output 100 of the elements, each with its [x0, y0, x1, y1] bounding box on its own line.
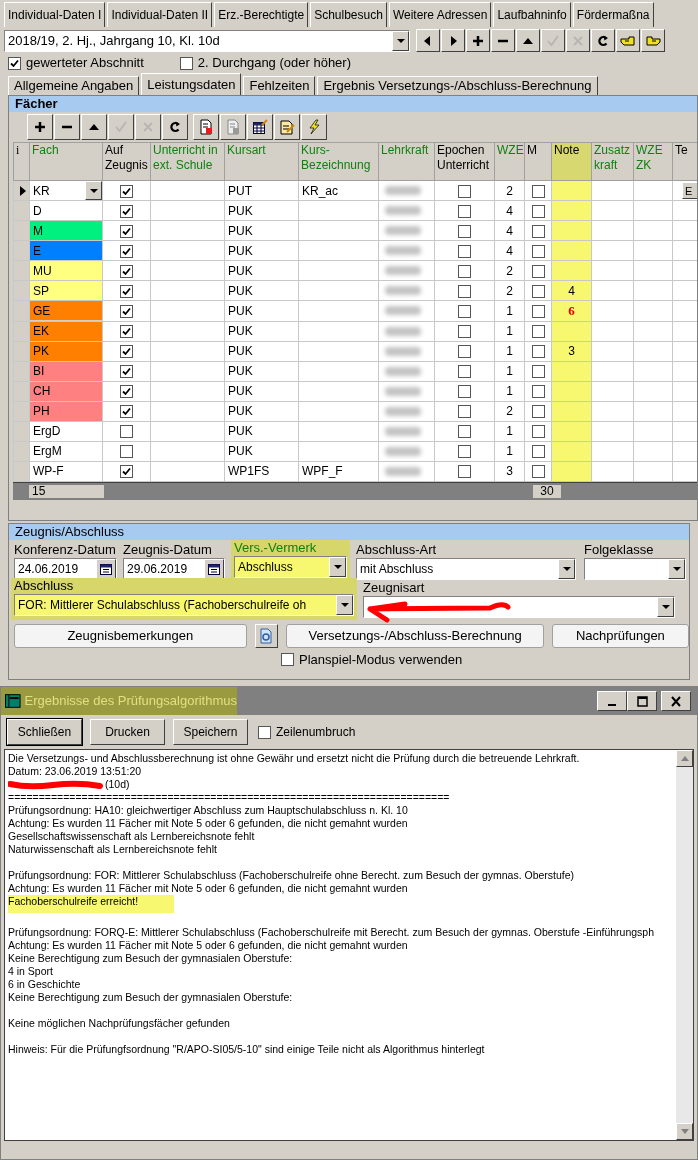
checkbox[interactable] — [120, 425, 133, 439]
tab[interactable]: Laufbahninfo — [493, 2, 571, 27]
row-header-cell[interactable] — [13, 180, 30, 201]
checkbox[interactable] — [120, 305, 133, 319]
row-header-cell[interactable] — [13, 280, 30, 301]
toolbar-button[interactable] — [416, 29, 440, 52]
checkbox[interactable] — [120, 184, 133, 198]
dropdown-arrow-button[interactable] — [558, 559, 575, 579]
tab[interactable]: Individual-Daten II — [107, 2, 213, 27]
toolbar-button[interactable] — [247, 114, 273, 140]
dropdown-arrow-button[interactable] — [329, 557, 346, 577]
checkbox[interactable] — [531, 224, 545, 238]
column-header[interactable]: Te — [672, 142, 697, 181]
checkbox[interactable] — [458, 445, 471, 459]
checkbox[interactable] — [531, 305, 545, 319]
scroll-up-button[interactable] — [676, 750, 693, 767]
dropdown-arrow-button[interactable] — [668, 559, 685, 579]
tab[interactable]: Fehlzeiten — [243, 76, 316, 95]
button[interactable]: Versetzungs-/Abschluss-Berechnung — [286, 624, 544, 648]
checkbox[interactable] — [531, 385, 545, 399]
checkbox[interactable] — [179, 56, 193, 70]
date-field[interactable]: 29.06.2019 — [123, 558, 225, 580]
tab[interactable]: Weitere Adressen — [388, 2, 492, 27]
scroll-down-button[interactable] — [676, 1123, 693, 1140]
toolbar-button[interactable] — [81, 114, 107, 140]
row-header-cell[interactable] — [13, 341, 30, 361]
toolbar-button[interactable] — [54, 114, 80, 140]
window-button[interactable] — [597, 691, 627, 711]
checkbox[interactable] — [120, 465, 133, 479]
row-header-cell[interactable] — [13, 421, 30, 441]
checkbox[interactable] — [458, 284, 471, 298]
checkbox[interactable] — [120, 325, 133, 339]
row-header-cell[interactable] — [13, 381, 30, 401]
checkbox[interactable] — [531, 425, 545, 439]
checkbox[interactable] — [458, 325, 471, 339]
calendar-button[interactable] — [204, 559, 224, 579]
checkbox[interactable] — [531, 345, 545, 359]
column-header[interactable]: i — [13, 142, 30, 181]
toolbar-button[interactable] — [441, 29, 465, 52]
row-header-cell[interactable] — [13, 461, 30, 481]
button[interactable]: Nachprüfungen — [551, 624, 689, 648]
checkbox[interactable] — [120, 365, 133, 379]
dropdown-arrow-button[interactable] — [85, 181, 102, 200]
row-header-cell[interactable] — [13, 321, 30, 341]
window-button[interactable] — [661, 691, 691, 711]
checkbox[interactable] — [8, 56, 21, 70]
toolbar-button[interactable] — [162, 114, 188, 140]
checkbox[interactable] — [458, 385, 471, 399]
toolbar-button[interactable] — [274, 114, 300, 140]
dropdown-field[interactable]: Abschluss — [234, 556, 347, 578]
checkbox[interactable] — [120, 385, 133, 399]
checkbox[interactable] — [458, 305, 471, 319]
column-header[interactable]: M — [524, 142, 552, 181]
tab[interactable]: Schulbesuch — [310, 2, 387, 27]
checkbox[interactable] — [120, 445, 133, 459]
checkbox[interactable] — [458, 465, 471, 479]
checkbox[interactable] — [531, 405, 545, 419]
button[interactable]: Drucken — [90, 719, 165, 745]
tab[interactable]: Leistungsdaten — [141, 73, 242, 95]
toolbar-button[interactable] — [516, 29, 540, 52]
checkbox[interactable] — [258, 725, 271, 739]
checkbox[interactable] — [120, 345, 133, 359]
column-header[interactable]: Note — [551, 142, 592, 181]
toolbar-button[interactable] — [641, 29, 665, 52]
row-header-cell[interactable] — [13, 441, 30, 461]
window-button[interactable] — [627, 691, 657, 711]
checkbox[interactable] — [458, 345, 471, 359]
checkbox[interactable] — [531, 204, 545, 218]
tab[interactable]: Fördermaßna — [572, 2, 654, 27]
row-header-cell[interactable] — [13, 361, 30, 381]
checkbox[interactable] — [458, 244, 471, 258]
date-field[interactable]: 24.06.2019 — [14, 558, 117, 580]
toolbar-button[interactable] — [220, 114, 246, 140]
dropdown-arrow-button[interactable] — [657, 597, 674, 617]
cell-button[interactable]: E — [682, 182, 697, 199]
scrollbar[interactable] — [676, 750, 693, 1140]
button[interactable]: Speichern — [173, 719, 248, 745]
checkbox[interactable] — [120, 284, 133, 298]
calendar-button[interactable] — [96, 559, 116, 579]
checkbox[interactable] — [458, 425, 471, 439]
button[interactable]: Zeugnisbemerkungen — [14, 624, 247, 648]
tab[interactable]: Erz.-Berechtigte — [214, 2, 309, 27]
checkbox[interactable] — [458, 405, 471, 419]
row-header-cell[interactable] — [13, 200, 30, 221]
checkbox[interactable] — [531, 284, 545, 298]
row-header-cell[interactable] — [13, 220, 30, 241]
toolbar-button[interactable] — [491, 29, 515, 52]
checkbox[interactable] — [531, 365, 545, 379]
checkbox[interactable] — [458, 204, 471, 218]
row-header-cell[interactable] — [13, 300, 30, 321]
toolbar-button[interactable] — [466, 29, 490, 52]
row-header-cell[interactable] — [13, 260, 30, 281]
column-header[interactable]: Auf Zeugnis — [102, 142, 151, 181]
checkbox[interactable] — [281, 653, 294, 667]
tab[interactable]: Ergebnis Versetzungs-/Abschluss-Berechnung — [317, 76, 598, 95]
toolbar-button[interactable] — [616, 29, 640, 52]
checkbox[interactable] — [531, 445, 545, 459]
toolbar-button[interactable] — [301, 114, 327, 140]
row-header-cell[interactable] — [13, 401, 30, 421]
checkbox[interactable] — [531, 184, 545, 198]
